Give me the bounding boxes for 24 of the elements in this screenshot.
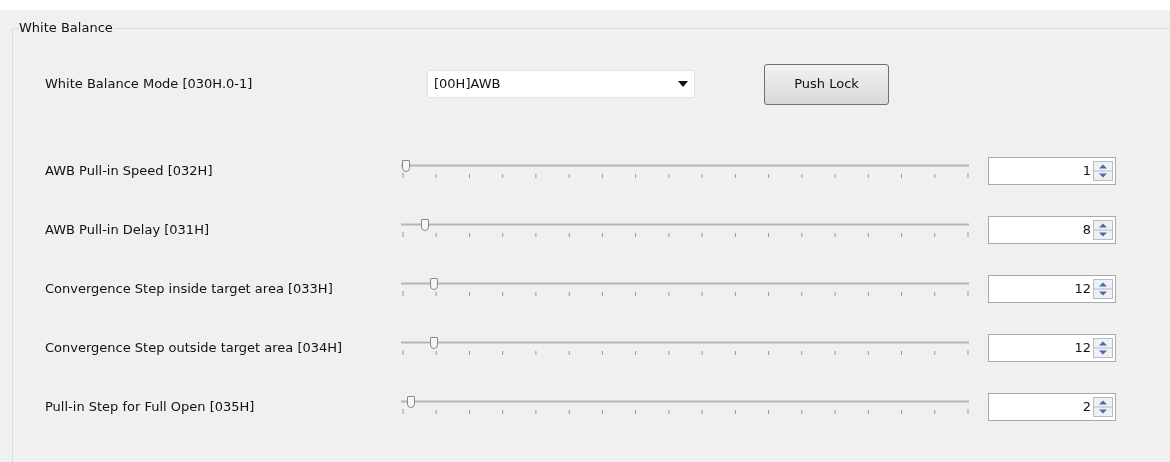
mode-dropdown[interactable]: [00H]AWB [427,70,695,98]
spin-arrows-icon[interactable] [1093,397,1113,417]
slider-thumb[interactable] [407,396,416,408]
caret-icon [678,81,688,87]
field-label: White Balance Mode [030H.0-1] [45,75,254,94]
spin-arrows-icon[interactable] [1093,279,1113,299]
number-spinbox[interactable]: 8 [988,216,1116,244]
slider-thumb[interactable] [429,278,438,290]
slider-thumb[interactable] [401,160,410,172]
spin-arrows-icon[interactable] [1093,338,1113,358]
slider-label: AWB Pull-in Delay [031H] [45,221,210,240]
spin-arrows-icon[interactable] [1093,161,1113,181]
slider-label: Convergence Step outside target area [034H] [45,339,344,358]
number-spinbox[interactable]: 2 [988,393,1116,421]
number-spinbox[interactable]: 1 [988,157,1116,185]
slider-label: Convergence Step inside target area [033H] [45,280,334,299]
slider-thumb[interactable] [421,219,430,231]
slider-thumb[interactable] [429,337,438,349]
push-lock-button[interactable]: Push Lock [764,63,889,105]
number-spinbox[interactable]: 12 [988,275,1116,303]
number-spinbox[interactable]: 12 [988,334,1116,362]
spin-arrows-icon[interactable] [1093,220,1113,240]
slider-label: Pull-in Step for Full Open [035H] [45,398,256,417]
slider-label: AWB Pull-in Speed [032H] [45,162,214,181]
